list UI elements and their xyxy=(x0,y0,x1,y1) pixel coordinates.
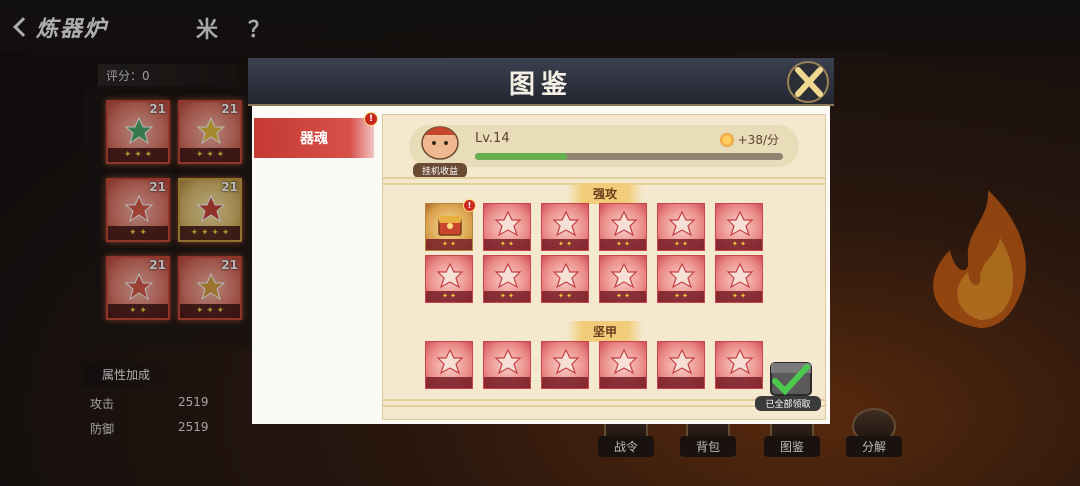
section-header: 坚甲 xyxy=(383,321,825,342)
codex-card[interactable] xyxy=(425,341,473,389)
codex-content: 挂机收益 Lv.14 +38/分 强攻 坚甲 ✦ ✦! ✦ ✦ ✦ ✦ ✦ ✦ ✦ ✦ ✦… xyxy=(382,114,826,420)
codex-card[interactable] xyxy=(715,341,763,389)
section-header: 强攻 xyxy=(383,183,825,204)
codex-chest[interactable]: ✦ ✦! xyxy=(425,199,476,251)
section-title: 坚甲 xyxy=(566,321,643,342)
codex-card[interactable] xyxy=(541,341,589,389)
artifact-icon xyxy=(668,348,696,375)
star-rating xyxy=(484,377,530,388)
star-rating: ✦ ✦ xyxy=(716,239,762,250)
star-rating xyxy=(542,377,588,388)
codex-card[interactable]: ✦ ✦ xyxy=(715,203,763,251)
star-rating: ✦ ✦ xyxy=(484,239,530,250)
star-rating: ✦ ✦ xyxy=(600,291,646,302)
star-rating: ✦ ✦ xyxy=(484,291,530,302)
codex-card[interactable]: ✦ ✦ xyxy=(425,255,473,303)
star-rating: ✦ ✦ xyxy=(426,239,472,250)
artifact-icon xyxy=(726,210,754,237)
codex-card[interactable] xyxy=(483,341,531,389)
artifact-icon xyxy=(552,348,580,375)
codex-card[interactable] xyxy=(657,341,705,389)
star-rating: ✦ ✦ xyxy=(658,239,704,250)
artifact-icon xyxy=(436,348,464,375)
codex-card[interactable]: ✦ ✦ xyxy=(541,203,589,251)
close-icon[interactable] xyxy=(786,60,830,104)
star-rating xyxy=(600,377,646,388)
alert-badge-icon: ! xyxy=(463,199,476,212)
codex-card[interactable]: ✦ ✦ xyxy=(599,255,647,303)
income-rate-text: +38/分 xyxy=(737,133,779,147)
star-rating: ✦ ✦ xyxy=(600,239,646,250)
modal-body: 器魂 ! 挂机收益 Lv.14 +38/分 强攻 坚甲 ✦ ✦ ! ✦ ✦ ✦ … xyxy=(252,106,830,424)
income-rate: +38/分 xyxy=(719,131,779,148)
star-rating xyxy=(716,377,762,388)
codex-card[interactable]: ✦ ✦ xyxy=(483,203,531,251)
artifact-icon xyxy=(610,348,638,375)
artifact-icon xyxy=(668,262,696,289)
star-rating xyxy=(658,377,704,388)
artifact-icon xyxy=(494,210,522,237)
level-text: Lv.14 xyxy=(475,131,510,146)
codex-modal: 图鉴 器魂 ! 挂机收益 Lv.14 +38/分 强攻 坚甲 ✦ ✦ ! ✦ ✦… xyxy=(248,58,834,424)
codex-card[interactable]: ✦ ✦ xyxy=(483,255,531,303)
coin-icon xyxy=(719,132,734,147)
modal-header: 图鉴 xyxy=(248,58,834,106)
idle-reward-label: 挂机收益 xyxy=(413,163,467,178)
star-rating xyxy=(426,377,472,388)
claim-all-label: 已全部领取 xyxy=(755,396,821,411)
tab-label: 器魂 xyxy=(300,131,328,147)
artifact-icon xyxy=(610,262,638,289)
codex-card[interactable]: ✦ ✦ xyxy=(599,203,647,251)
alert-badge-icon: ! xyxy=(364,112,378,126)
star-rating: ✦ ✦ xyxy=(658,291,704,302)
artifact-icon xyxy=(726,348,754,375)
tab-artifact-soul[interactable]: 器魂 ! xyxy=(254,112,378,158)
artifact-icon xyxy=(668,210,696,237)
star-rating: ✦ ✦ xyxy=(542,291,588,302)
idle-reward-card: 挂机收益 Lv.14 +38/分 xyxy=(409,125,799,178)
artifact-icon xyxy=(494,348,522,375)
star-rating: ✦ ✦ xyxy=(542,239,588,250)
codex-card[interactable]: ✦ ✦ xyxy=(715,255,763,303)
modal-title: 图鉴 xyxy=(508,70,573,100)
xp-progress-fill xyxy=(475,153,568,160)
codex-card[interactable]: ✦ ✦ xyxy=(541,255,589,303)
claim-all-button[interactable]: 已全部领取 xyxy=(755,351,821,411)
xp-progress-bar xyxy=(475,153,783,160)
artifact-icon xyxy=(436,262,464,289)
artifact-icon xyxy=(552,210,580,237)
treasure-chest-icon xyxy=(438,216,462,236)
artifact-icon xyxy=(610,210,638,237)
section-title: 强攻 xyxy=(566,183,643,204)
codex-card[interactable] xyxy=(599,341,647,389)
codex-card[interactable]: ✦ ✦ xyxy=(657,203,705,251)
artifact-icon xyxy=(552,262,580,289)
star-rating: ✦ ✦ xyxy=(716,291,762,302)
codex-card[interactable]: ✦ ✦ xyxy=(657,255,705,303)
artifact-icon xyxy=(726,262,754,289)
artifact-icon xyxy=(494,262,522,289)
star-rating: ✦ ✦ xyxy=(426,291,472,302)
